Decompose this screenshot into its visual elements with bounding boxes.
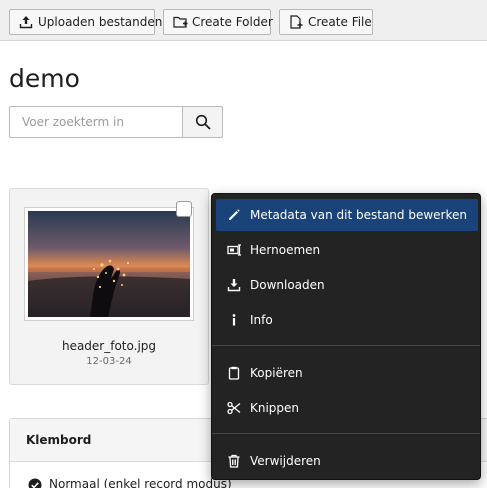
menu-item-info[interactable]: Info [216, 304, 478, 336]
pencil-icon [229, 209, 240, 220]
file-name[interactable]: header_foto.jpg [10, 339, 208, 353]
search-input[interactable] [10, 107, 182, 137]
menu-item-download[interactable]: Downloaden [216, 269, 478, 301]
trash-icon [228, 454, 240, 468]
file-add-icon [290, 15, 303, 29]
create-folder-label: Create Folder [192, 15, 273, 29]
upload-icon [19, 16, 33, 29]
clipboard-mode-option[interactable]: Normaal (enkel record modus) [28, 477, 232, 488]
menu-item-label: Verwijderen [250, 454, 321, 468]
info-icon [232, 314, 236, 326]
file-date: 12-03-24 [86, 356, 132, 367]
menu-item-edit-metadata[interactable]: Metadata van dit bestand bewerken [216, 199, 478, 231]
upload-files-button[interactable]: Uploaden bestanden [9, 9, 162, 35]
file-select-checkbox[interactable] [176, 201, 192, 217]
search-icon [195, 114, 211, 130]
file-thumbnail[interactable] [24, 207, 194, 321]
download-icon [227, 279, 241, 292]
menu-item-cut[interactable]: Knippen [216, 392, 478, 424]
menu-divider [212, 345, 480, 346]
scissors-icon [227, 401, 241, 415]
search-box [9, 106, 223, 138]
folder-add-icon [173, 16, 188, 28]
page-title: demo [9, 64, 80, 93]
menu-item-label: Kopiëren [250, 366, 303, 380]
file-toolbar: Uploaden bestanden Create Folder Create … [0, 0, 487, 41]
create-file-label: Create File [308, 15, 372, 29]
clipboard-title: Klembord [26, 433, 92, 447]
menu-item-rename[interactable]: Hernoemen [216, 234, 478, 266]
menu-item-label: Downloaden [250, 278, 325, 292]
file-card[interactable]: header_foto.jpg 12-03-24 [9, 188, 209, 385]
clipboard-mode-label: Normaal (enkel record modus) [49, 477, 232, 488]
menu-item-label: Metadata van dit bestand bewerken [250, 208, 467, 222]
upload-files-label: Uploaden bestanden [38, 15, 163, 29]
search-button[interactable] [182, 106, 223, 138]
create-folder-button[interactable]: Create Folder [163, 9, 273, 35]
menu-item-delete[interactable]: Verwijderen [216, 445, 478, 477]
rename-icon [227, 244, 241, 256]
create-file-button[interactable]: Create File [279, 9, 373, 35]
thumbnail-image [28, 211, 190, 317]
menu-item-label: Knippen [250, 401, 300, 415]
copy-icon [228, 366, 240, 380]
menu-divider [212, 433, 480, 434]
menu-item-label: Info [250, 313, 273, 327]
context-menu: Metadata van dit bestand bewerken Hernoe… [211, 193, 481, 480]
menu-item-copy[interactable]: Kopiëren [216, 357, 478, 389]
check-circle-icon [28, 478, 42, 488]
menu-item-label: Hernoemen [250, 243, 321, 257]
